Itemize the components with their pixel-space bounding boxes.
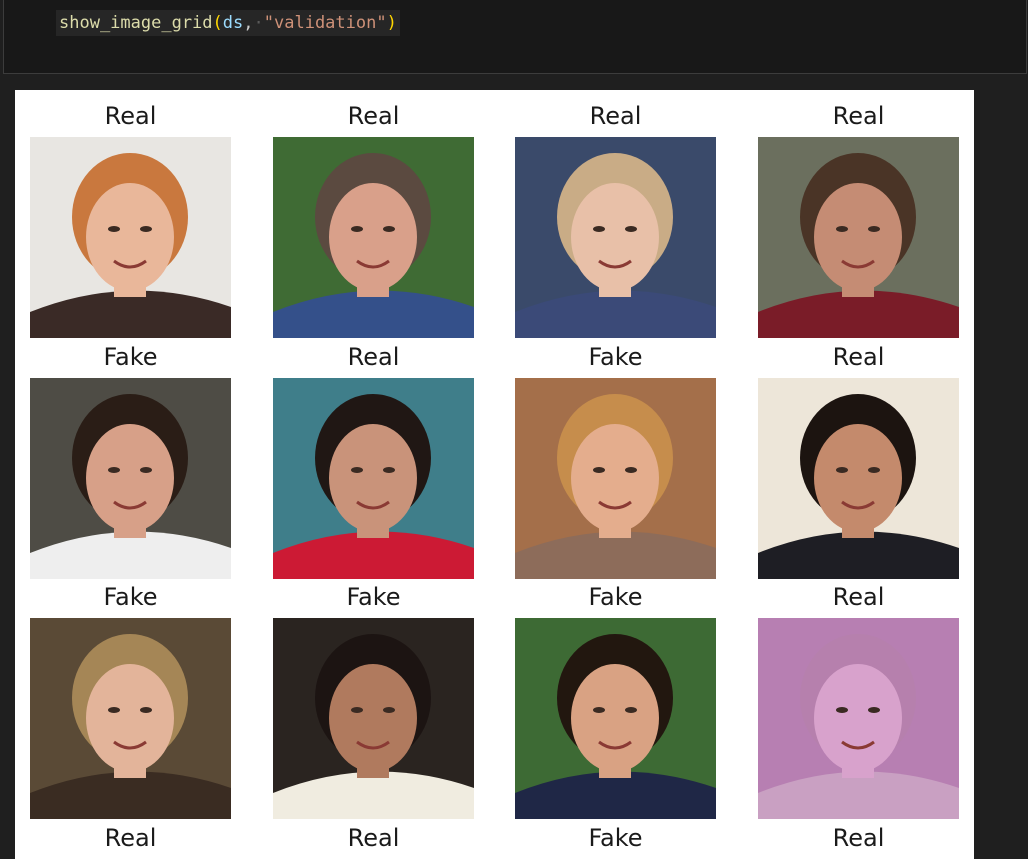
left-eye xyxy=(836,226,848,232)
cell-output-figure: Real Real Real Real Fake Real Fake Real Fake Fake… xyxy=(15,90,974,859)
left-eye xyxy=(108,226,120,232)
face-illustration xyxy=(515,618,716,819)
face-image xyxy=(30,618,231,819)
face-shape xyxy=(571,183,659,291)
image-label: Real xyxy=(832,102,885,130)
face-shape xyxy=(86,664,174,772)
left-eye xyxy=(593,467,605,473)
right-eye xyxy=(625,707,637,713)
image-label: Real xyxy=(832,343,885,371)
right-eye xyxy=(625,226,637,232)
face-shape xyxy=(814,664,902,772)
face-image xyxy=(758,137,959,338)
left-eye xyxy=(593,226,605,232)
left-eye xyxy=(836,467,848,473)
image-label: Real xyxy=(347,343,400,371)
face-illustration xyxy=(273,137,474,338)
right-eye xyxy=(383,707,395,713)
right-eye xyxy=(140,467,152,473)
image-label: Real xyxy=(104,102,157,130)
image-label: Fake xyxy=(103,343,158,371)
right-eye xyxy=(140,226,152,232)
face-shape xyxy=(86,424,174,532)
face-image xyxy=(273,137,474,338)
face-illustration xyxy=(758,137,959,338)
face-shape xyxy=(329,183,417,291)
face-illustration xyxy=(758,618,959,819)
face-shape xyxy=(329,664,417,772)
code-arg-variable: ds xyxy=(222,13,244,33)
right-eye xyxy=(868,467,880,473)
face-image xyxy=(515,618,716,819)
right-eye xyxy=(140,707,152,713)
image-label: Real xyxy=(347,824,400,852)
image-label: Real xyxy=(832,824,885,852)
code-cell[interactable]: show_image_grid(ds,·"validation") xyxy=(3,0,1027,74)
image-label: Real xyxy=(589,102,642,130)
left-eye xyxy=(108,467,120,473)
code-comma: , xyxy=(243,13,254,33)
left-eye xyxy=(836,707,848,713)
code-function-name: show_image_grid xyxy=(59,13,213,33)
left-eye xyxy=(351,226,363,232)
image-label: Fake xyxy=(103,583,158,611)
face-illustration xyxy=(273,378,474,579)
face-shape xyxy=(814,424,902,532)
code-open-paren: ( xyxy=(212,13,223,33)
face-illustration xyxy=(515,378,716,579)
image-label: Fake xyxy=(346,583,401,611)
image-label: Real xyxy=(347,102,400,130)
face-illustration xyxy=(515,137,716,338)
notebook-view: show_image_grid(ds,·"validation") Real Re… xyxy=(0,0,1028,859)
image-label: Fake xyxy=(588,583,643,611)
face-image xyxy=(30,137,231,338)
code-close-paren: ) xyxy=(386,13,397,33)
code-whitespace-marker: · xyxy=(253,13,264,33)
left-eye xyxy=(351,467,363,473)
code-line[interactable]: show_image_grid(ds,·"validation") xyxy=(56,10,400,36)
image-label: Fake xyxy=(588,343,643,371)
face-illustration xyxy=(758,378,959,579)
face-image xyxy=(273,618,474,819)
image-label: Fake xyxy=(588,824,643,852)
face-image xyxy=(30,378,231,579)
right-eye xyxy=(383,467,395,473)
right-eye xyxy=(383,226,395,232)
image-label: Real xyxy=(832,583,885,611)
image-label: Real xyxy=(104,824,157,852)
face-shape xyxy=(329,424,417,532)
left-eye xyxy=(351,707,363,713)
face-image xyxy=(273,378,474,579)
face-shape xyxy=(571,424,659,532)
face-illustration xyxy=(30,378,231,579)
face-image xyxy=(515,137,716,338)
face-image xyxy=(758,378,959,579)
code-arg-string: "validation" xyxy=(263,13,387,33)
face-shape xyxy=(571,664,659,772)
left-eye xyxy=(593,707,605,713)
right-eye xyxy=(868,707,880,713)
face-illustration xyxy=(30,137,231,338)
face-shape xyxy=(814,183,902,291)
face-illustration xyxy=(30,618,231,819)
face-image xyxy=(515,378,716,579)
right-eye xyxy=(625,467,637,473)
right-eye xyxy=(868,226,880,232)
face-image xyxy=(758,618,959,819)
face-shape xyxy=(86,183,174,291)
left-eye xyxy=(108,707,120,713)
face-illustration xyxy=(273,618,474,819)
